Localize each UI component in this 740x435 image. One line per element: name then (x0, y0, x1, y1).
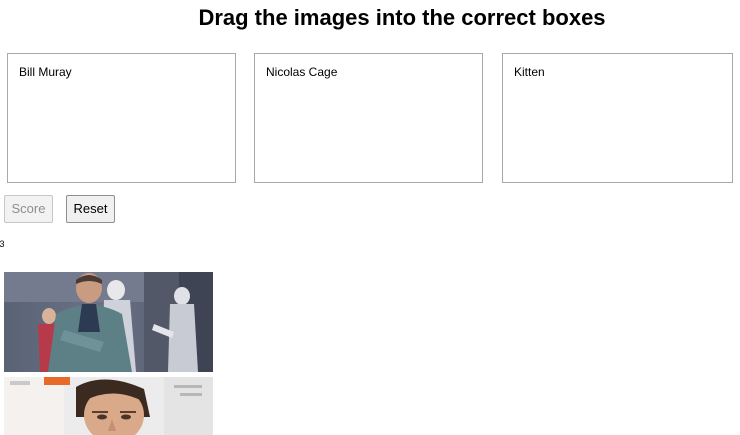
score-text: /3 (0, 239, 5, 249)
page: Drag the images into the correct boxes B… (0, 0, 740, 435)
photo-bill-murray-icon (4, 272, 213, 372)
page-title: Drag the images into the correct boxes (198, 5, 606, 30)
dropzone-kitten[interactable]: Kitten (502, 53, 733, 183)
dropzone-label: Nicolas Cage (266, 65, 338, 79)
draggable-image-bill-murray[interactable] (4, 272, 213, 372)
dropzone-bill-murray[interactable]: Bill Muray (7, 53, 236, 183)
photo-nicolas-cage-icon (4, 377, 213, 435)
dropzone-nicolas-cage[interactable]: Nicolas Cage (254, 53, 483, 183)
score-button[interactable]: Score (4, 195, 53, 223)
draggable-image-nicolas-cage[interactable] (4, 377, 213, 435)
dropzone-label: Kitten (514, 65, 545, 79)
reset-button[interactable]: Reset (66, 195, 115, 223)
dropzone-label: Bill Muray (19, 65, 72, 79)
